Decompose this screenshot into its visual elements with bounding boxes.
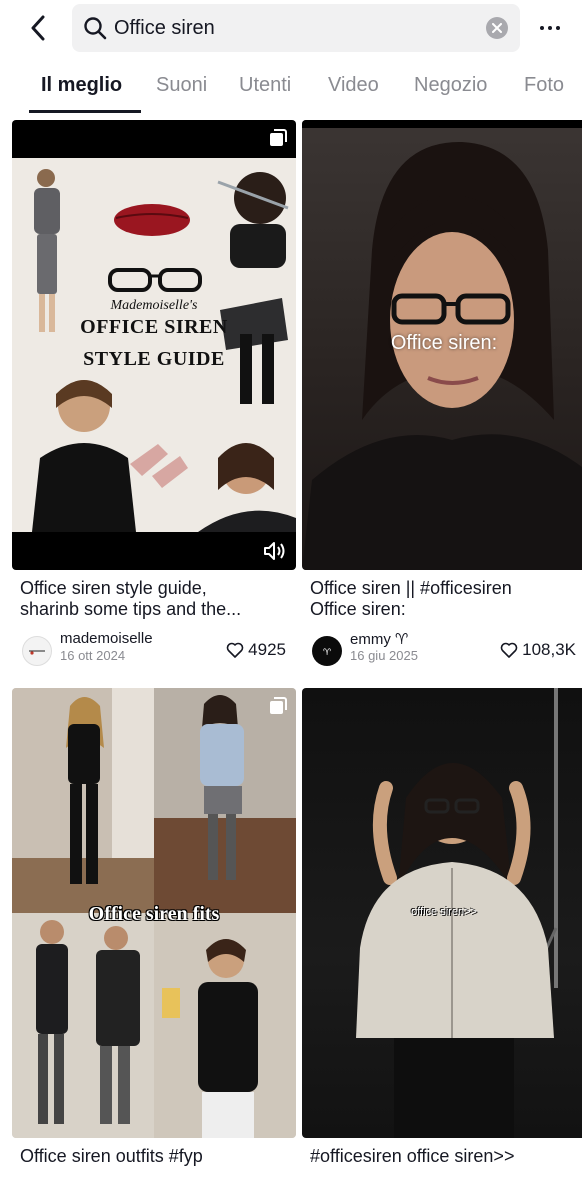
thumbnail-bottom-bar: [12, 532, 296, 570]
active-tab-indicator: [29, 110, 141, 113]
dot-icon: [556, 26, 560, 30]
heart-icon: [226, 642, 244, 658]
thumbnail-text: STYLE GUIDE: [83, 348, 225, 370]
tab-videos[interactable]: Video: [328, 74, 379, 97]
author-name[interactable]: mademoiselle: [60, 630, 153, 647]
avatar[interactable]: [22, 636, 52, 666]
tab-shop[interactable]: Negozio: [414, 74, 487, 97]
result-card[interactable]: Office siren: Office siren || #officesir…: [302, 120, 582, 670]
tab-photos[interactable]: Foto: [524, 74, 564, 97]
video-thumbnail[interactable]: Office siren:: [302, 120, 582, 570]
dot-icon: [548, 26, 552, 30]
photo-carousel-icon: [270, 129, 287, 146]
search-icon: [82, 15, 108, 41]
photo-carousel-icon: [270, 697, 287, 714]
thumbnail-text: Office siren fits: [88, 903, 220, 925]
thumbnail-text: Office siren:: [390, 332, 498, 354]
card-meta: ♈ emmy ♈ 16 giu 2025 108,3K: [302, 626, 582, 670]
tab-users[interactable]: Utenti: [239, 74, 291, 97]
tab-top[interactable]: Il meglio: [41, 74, 122, 97]
video-thumbnail[interactable]: Mademoiselle's OFFICE SIREN STYLE GUIDE: [12, 120, 296, 570]
video-caption[interactable]: Office siren style guide, sharinb some t…: [12, 570, 296, 620]
tab-sounds[interactable]: Suoni: [156, 74, 207, 97]
video-thumbnail[interactable]: Office siren fits: [12, 688, 296, 1138]
top-bar: Office siren: [0, 0, 582, 56]
back-button[interactable]: [22, 10, 54, 46]
dot-icon: [540, 26, 544, 30]
tab-bar: Il meglio Suoni Utenti Video Negozio Fot…: [0, 62, 582, 114]
more-options-button[interactable]: [530, 10, 570, 46]
thumbnail-top-bar: [12, 120, 296, 158]
video-caption[interactable]: #officesiren office siren>>: [302, 1138, 582, 1167]
video-caption[interactable]: Office siren || #officesiren Office sire…: [302, 570, 582, 620]
result-card[interactable]: Office siren fits Office siren outfits #…: [12, 688, 296, 1167]
thumbnail-text: office siren>>: [411, 906, 477, 918]
result-card[interactable]: Mademoiselle's OFFICE SIREN STYLE GUIDE …: [12, 120, 296, 670]
avatar[interactable]: ♈: [312, 636, 342, 666]
heart-icon: [500, 642, 518, 658]
like-count[interactable]: 4925: [226, 640, 286, 660]
thumbnail-text: OFFICE SIREN: [80, 316, 228, 338]
card-meta: mademoiselle 16 ott 2024 4925: [12, 626, 296, 670]
author-name[interactable]: emmy ♈: [350, 630, 408, 648]
search-input[interactable]: Office siren: [114, 17, 486, 40]
chevron-left-icon: [31, 15, 45, 41]
thumbnail-text: Mademoiselle's: [110, 298, 198, 313]
video-thumbnail[interactable]: office siren>>: [302, 688, 582, 1138]
post-date: 16 ott 2024: [60, 648, 126, 663]
video-caption[interactable]: Office siren outfits #fyp: [12, 1138, 296, 1167]
result-card[interactable]: office siren>> #officesiren office siren…: [302, 688, 582, 1167]
svg-text:♈: ♈: [323, 648, 332, 658]
clear-search-button[interactable]: [486, 17, 508, 39]
collage-art: [32, 169, 296, 532]
like-count[interactable]: 108,3K: [500, 640, 576, 660]
close-icon: [492, 23, 502, 33]
search-bar[interactable]: Office siren: [72, 4, 520, 52]
speaker-icon[interactable]: [262, 540, 286, 562]
post-date: 16 giu 2025: [350, 648, 418, 663]
